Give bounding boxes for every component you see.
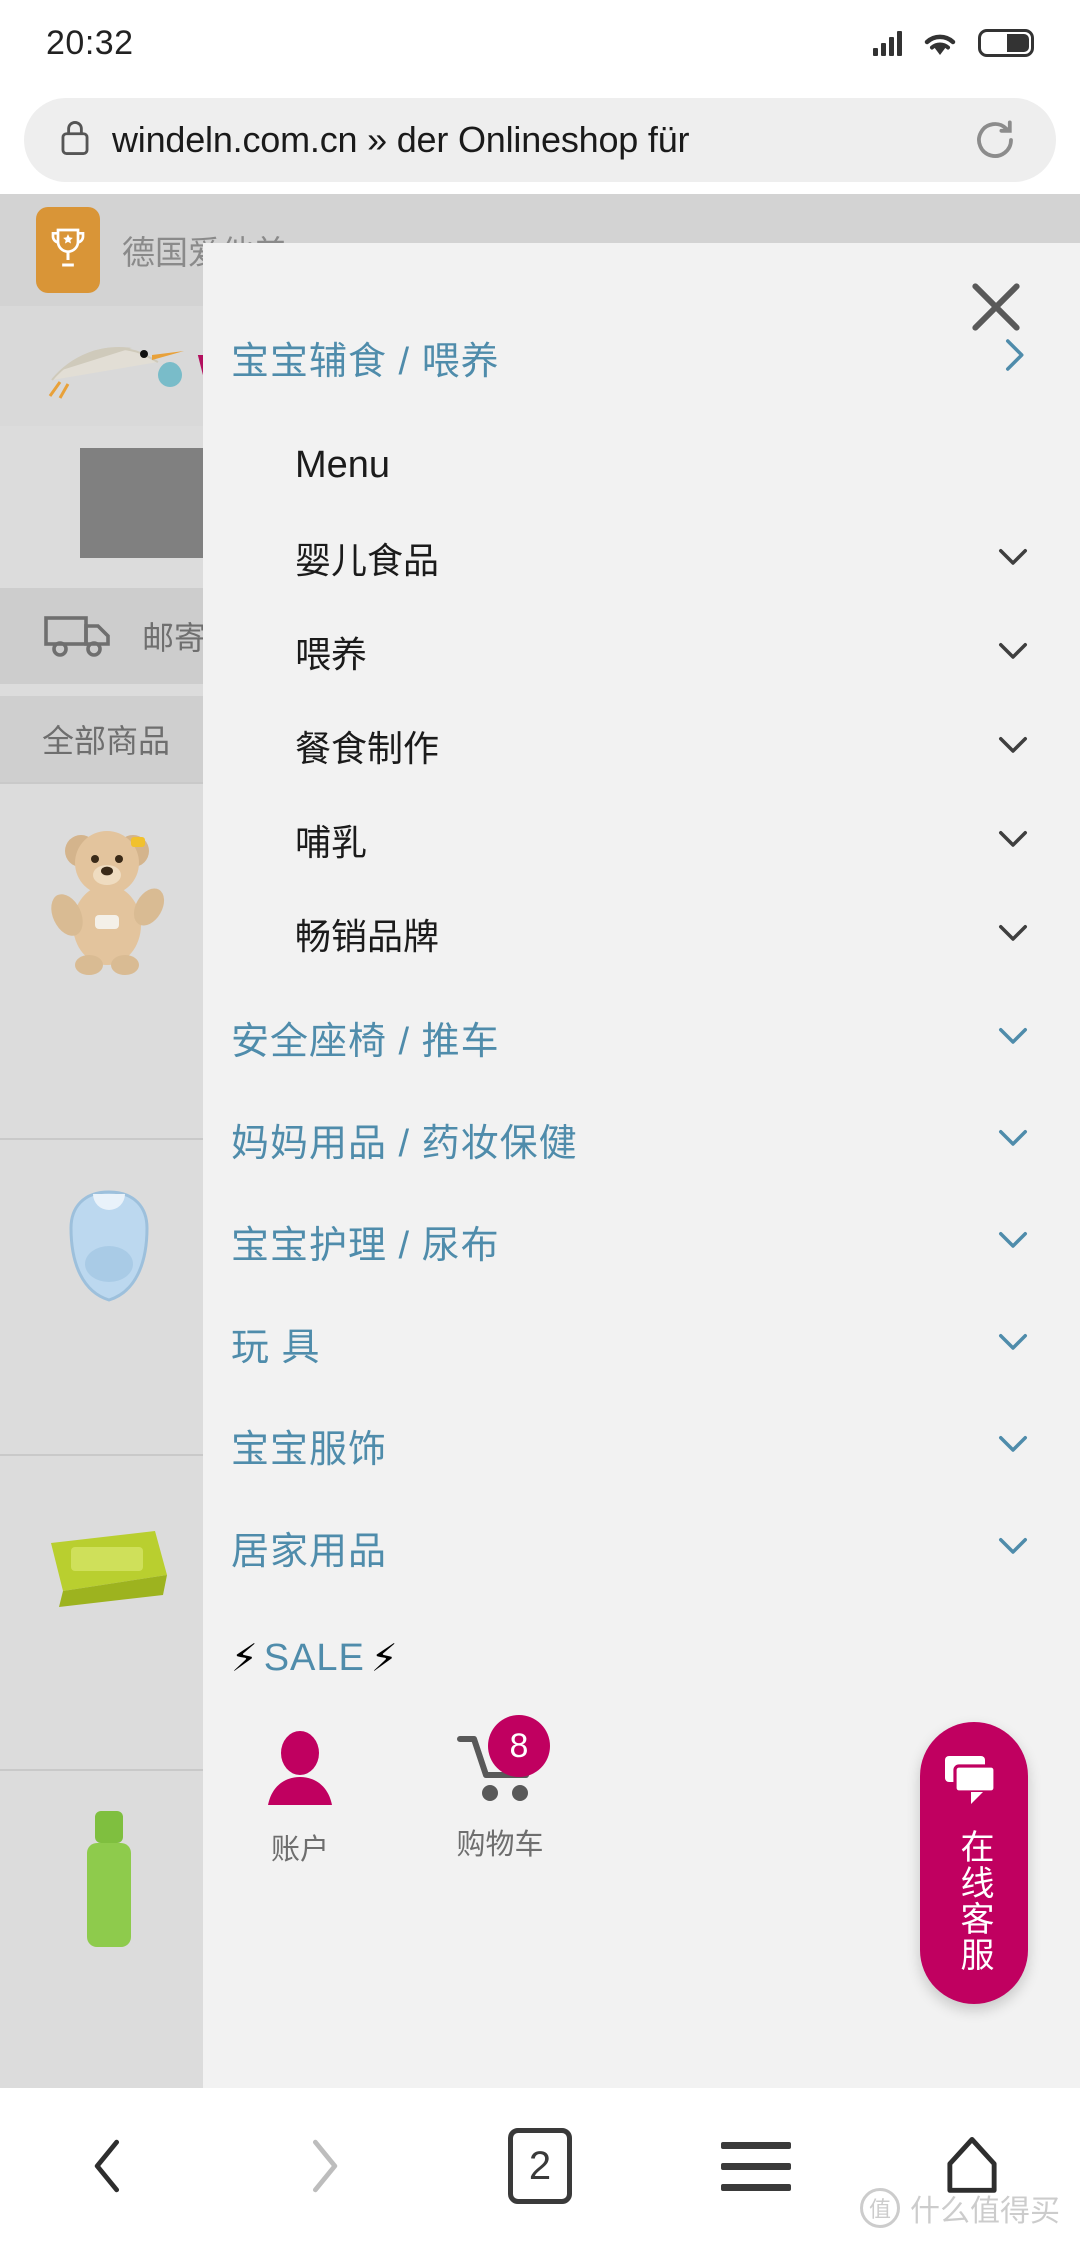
baby-bib-image — [34, 1166, 184, 1336]
truck-icon — [44, 610, 116, 663]
menu-category-label: 玩 具 — [231, 1316, 321, 1371]
address-bar[interactable]: windeln.com.cn » der Onlineshop für — [24, 98, 1056, 182]
teddy-bear-image — [34, 810, 184, 980]
cart-label: 购物车 — [456, 1821, 543, 1863]
menu-subitem-nursing[interactable]: 哺乳 — [203, 797, 1080, 883]
lock-icon — [58, 118, 92, 163]
all-goods-label: 全部商品 — [42, 716, 170, 762]
close-icon[interactable] — [956, 267, 1036, 347]
menu-category-label: 居家用品 — [231, 1520, 387, 1575]
menu-category-home-goods[interactable]: 居家用品 — [203, 1505, 1080, 1589]
menu-category-toys[interactable]: 玩 具 — [203, 1301, 1080, 1385]
menu-subitem-label: 哺乳 — [295, 814, 367, 866]
menu-category-label: 宝宝护理 / 尿布 — [231, 1214, 500, 1269]
user-icon — [264, 1731, 336, 1812]
lightning-bolt-icon: ⚡ — [231, 1636, 258, 1681]
status-icon-group — [873, 28, 1034, 58]
menu-category-label: 安全座椅 / 推车 — [231, 1010, 500, 1065]
chevron-down-icon[interactable] — [992, 723, 1034, 770]
menu-subitem-feeding[interactable]: 喂养 — [203, 609, 1080, 695]
browser-toolbar: windeln.com.cn » der Onlineshop für — [0, 86, 1080, 194]
green-tray-image — [34, 1482, 184, 1652]
wifi-icon — [920, 28, 960, 58]
battery-icon — [978, 29, 1034, 57]
menu-category-label: 宝宝服饰 — [231, 1418, 387, 1473]
menu-subitem-label: 畅销品牌 — [295, 908, 439, 960]
menu-heading: Menu — [203, 423, 1080, 507]
menu-subitem-meal-prep[interactable]: 餐食制作 — [203, 703, 1080, 789]
menu-category-label: 妈妈用品 / 药妆保健 — [231, 1112, 578, 1167]
shopping-cart-icon: 8 — [456, 1731, 544, 1807]
cellular-signal-icon — [873, 30, 902, 56]
chevron-down-icon[interactable] — [992, 1524, 1034, 1571]
menu-category-baby-care[interactable]: 宝宝护理 / 尿布 — [203, 1199, 1080, 1283]
chevron-down-icon[interactable] — [992, 1422, 1034, 1469]
green-bottle-image — [34, 1797, 184, 1967]
cart-button[interactable]: 8 购物车 — [437, 1731, 563, 1868]
menu-subitem-baby-food[interactable]: 婴儿食品 — [203, 515, 1080, 601]
hamburger-menu-icon[interactable] — [696, 2111, 816, 2221]
chevron-down-icon[interactable] — [992, 817, 1034, 864]
lightning-bolt-icon: ⚡ — [371, 1636, 398, 1681]
menu-subitem-label: 餐食制作 — [295, 720, 439, 772]
account-button[interactable]: 账户 — [237, 1731, 363, 1868]
phone-screen: 20:32 windeln.com.cn — [0, 0, 1080, 2244]
menu-subitem-label: 婴儿食品 — [295, 532, 439, 584]
chevron-down-icon[interactable] — [992, 1320, 1034, 1367]
online-support-button[interactable]: 在线客服 — [920, 1722, 1028, 2004]
chevron-down-icon[interactable] — [992, 911, 1034, 958]
chevron-right-icon[interactable] — [264, 2111, 384, 2221]
status-bar: 20:32 — [0, 0, 1080, 86]
menu-sale-label: SALE — [264, 1637, 365, 1680]
chevron-down-icon[interactable] — [992, 1014, 1034, 1061]
cart-badge: 8 — [488, 1715, 550, 1777]
menu-sale-link[interactable]: ⚡ SALE ⚡ — [203, 1615, 1080, 1701]
url-text: windeln.com.cn » der Onlineshop für — [112, 119, 948, 161]
tab-switcher-button[interactable]: 2 — [480, 2111, 600, 2221]
watermark: 值 什么值得买 — [860, 2186, 1060, 2230]
stork-icon — [32, 318, 192, 415]
menu-subitem-label: 喂养 — [295, 626, 367, 678]
menu-active-category-label: 宝宝辅食 / 喂养 — [231, 330, 500, 385]
menu-scroll-area: 宝宝辅食 / 喂养 Menu 婴儿食品 喂养 — [203, 315, 1080, 1868]
chat-bubble-icon — [943, 1754, 1005, 1813]
menu-category-car-seats[interactable]: 安全座椅 / 推车 — [203, 995, 1080, 1079]
chevron-down-icon[interactable] — [992, 1116, 1034, 1163]
trophy-icon — [36, 207, 100, 293]
chevron-down-icon[interactable] — [992, 1218, 1034, 1265]
reload-icon[interactable] — [968, 113, 1022, 167]
chevron-down-icon[interactable] — [992, 629, 1034, 676]
chevron-left-icon[interactable] — [48, 2111, 168, 2221]
menu-category-baby-clothing[interactable]: 宝宝服饰 — [203, 1403, 1080, 1487]
chevron-down-icon[interactable] — [992, 535, 1034, 582]
menu-category-mom-products[interactable]: 妈妈用品 / 药妆保健 — [203, 1097, 1080, 1181]
account-label: 账户 — [271, 1826, 329, 1868]
online-support-label: 在线客服 — [955, 1829, 993, 1973]
menu-active-category[interactable]: 宝宝辅食 / 喂养 — [203, 315, 1080, 399]
watermark-text: 什么值得买 — [910, 2186, 1060, 2230]
menu-subitem-best-brands[interactable]: 畅销品牌 — [203, 891, 1080, 977]
tab-count: 2 — [508, 2128, 572, 2204]
status-time: 20:32 — [46, 24, 134, 63]
watermark-mark: 值 — [860, 2188, 900, 2228]
